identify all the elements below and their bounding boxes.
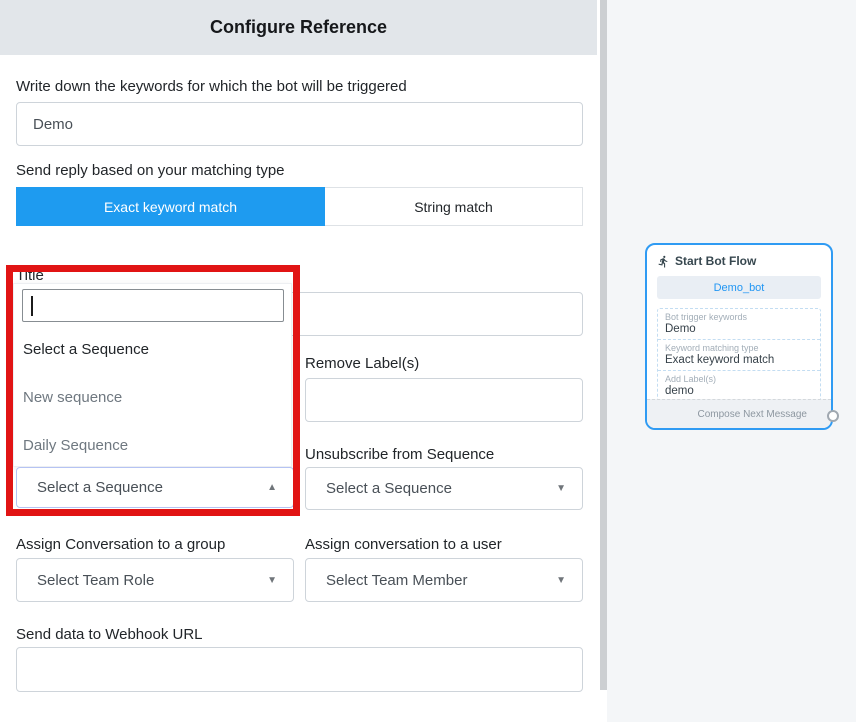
dropdown-option-daily-sequence[interactable]: Daily Sequence (23, 437, 128, 454)
page-title: Configure Reference (210, 17, 387, 38)
keywords-input[interactable] (16, 102, 583, 146)
field-label: Bot trigger keywords (665, 312, 813, 322)
exact-keyword-match-button[interactable]: Exact keyword match (16, 187, 325, 226)
compose-next-message-label: Compose Next Message (698, 409, 808, 420)
bot-name-pill[interactable]: Demo_bot (657, 276, 821, 299)
unsubscribe-sequence-select[interactable]: Select a Sequence ▼ (305, 467, 583, 510)
dropdown-option-new-sequence[interactable]: New sequence (23, 389, 122, 406)
assign-group-label: Assign Conversation to a group (16, 536, 225, 553)
team-role-value: Select Team Role (37, 572, 259, 589)
unsubscribe-sequence-value: Select a Sequence (326, 480, 548, 497)
text-cursor (31, 296, 33, 316)
field-value: Demo (665, 323, 813, 335)
subscribe-sequence-value: Select a Sequence (37, 479, 259, 496)
node-fields-box: Bot trigger keywords Demo Keyword matchi… (657, 308, 821, 402)
webhook-url-input[interactable] (16, 647, 583, 692)
sequence-dropdown-menu: Select a Sequence New sequence Daily Seq… (13, 283, 292, 467)
matching-type-toggle: Exact keyword match String match (16, 187, 583, 226)
output-connector-handle[interactable] (827, 410, 839, 422)
chevron-down-icon: ▼ (267, 575, 277, 586)
chevron-down-icon: ▼ (556, 483, 566, 494)
node-field-matching-type: Keyword matching type Exact keyword matc… (658, 339, 820, 370)
field-value: Exact keyword match (665, 354, 813, 366)
node-header: Start Bot Flow (647, 245, 831, 274)
team-member-select[interactable]: Select Team Member ▼ (305, 558, 583, 602)
node-field-trigger-keywords: Bot trigger keywords Demo (658, 309, 820, 339)
panel-header: Configure Reference (0, 0, 597, 55)
remove-labels-label: Remove Label(s) (305, 355, 419, 372)
field-value: demo (665, 385, 813, 397)
title-label: Title (16, 267, 44, 284)
matching-type-label: Send reply based on your matching type (16, 162, 285, 179)
chevron-down-icon: ▼ (556, 575, 566, 586)
assign-user-label: Assign conversation to a user (305, 536, 502, 553)
node-field-add-labels: Add Label(s) demo (658, 370, 820, 401)
field-label: Keyword matching type (665, 343, 813, 353)
webhook-url-label: Send data to Webhook URL (16, 626, 203, 643)
team-member-value: Select Team Member (326, 572, 548, 589)
keywords-label: Write down the keywords for which the bo… (16, 78, 407, 95)
string-match-button[interactable]: String match (325, 187, 583, 226)
vertical-scrollbar[interactable] (600, 0, 607, 690)
chevron-up-icon: ▲ (267, 482, 277, 493)
unsubscribe-sequence-label: Unsubscribe from Sequence (305, 446, 494, 463)
start-bot-flow-node[interactable]: Start Bot Flow Demo_bot Bot trigger keyw… (645, 243, 833, 430)
team-role-select[interactable]: Select Team Role ▼ (16, 558, 294, 602)
sequence-search-input[interactable] (22, 289, 284, 322)
dropdown-option-select-a-sequence[interactable]: Select a Sequence (23, 341, 149, 358)
field-label: Add Label(s) (665, 374, 813, 384)
node-title: Start Bot Flow (675, 254, 756, 268)
subscribe-sequence-select[interactable]: Select a Sequence ▲ (16, 467, 294, 508)
configure-panel: Configure Reference Write down the keywo… (0, 0, 597, 722)
app-root: Configure Reference Write down the keywo… (0, 0, 856, 722)
remove-labels-input[interactable] (305, 378, 583, 422)
walking-person-icon (657, 255, 670, 268)
compose-next-message-area: Compose Next Message (647, 399, 831, 428)
